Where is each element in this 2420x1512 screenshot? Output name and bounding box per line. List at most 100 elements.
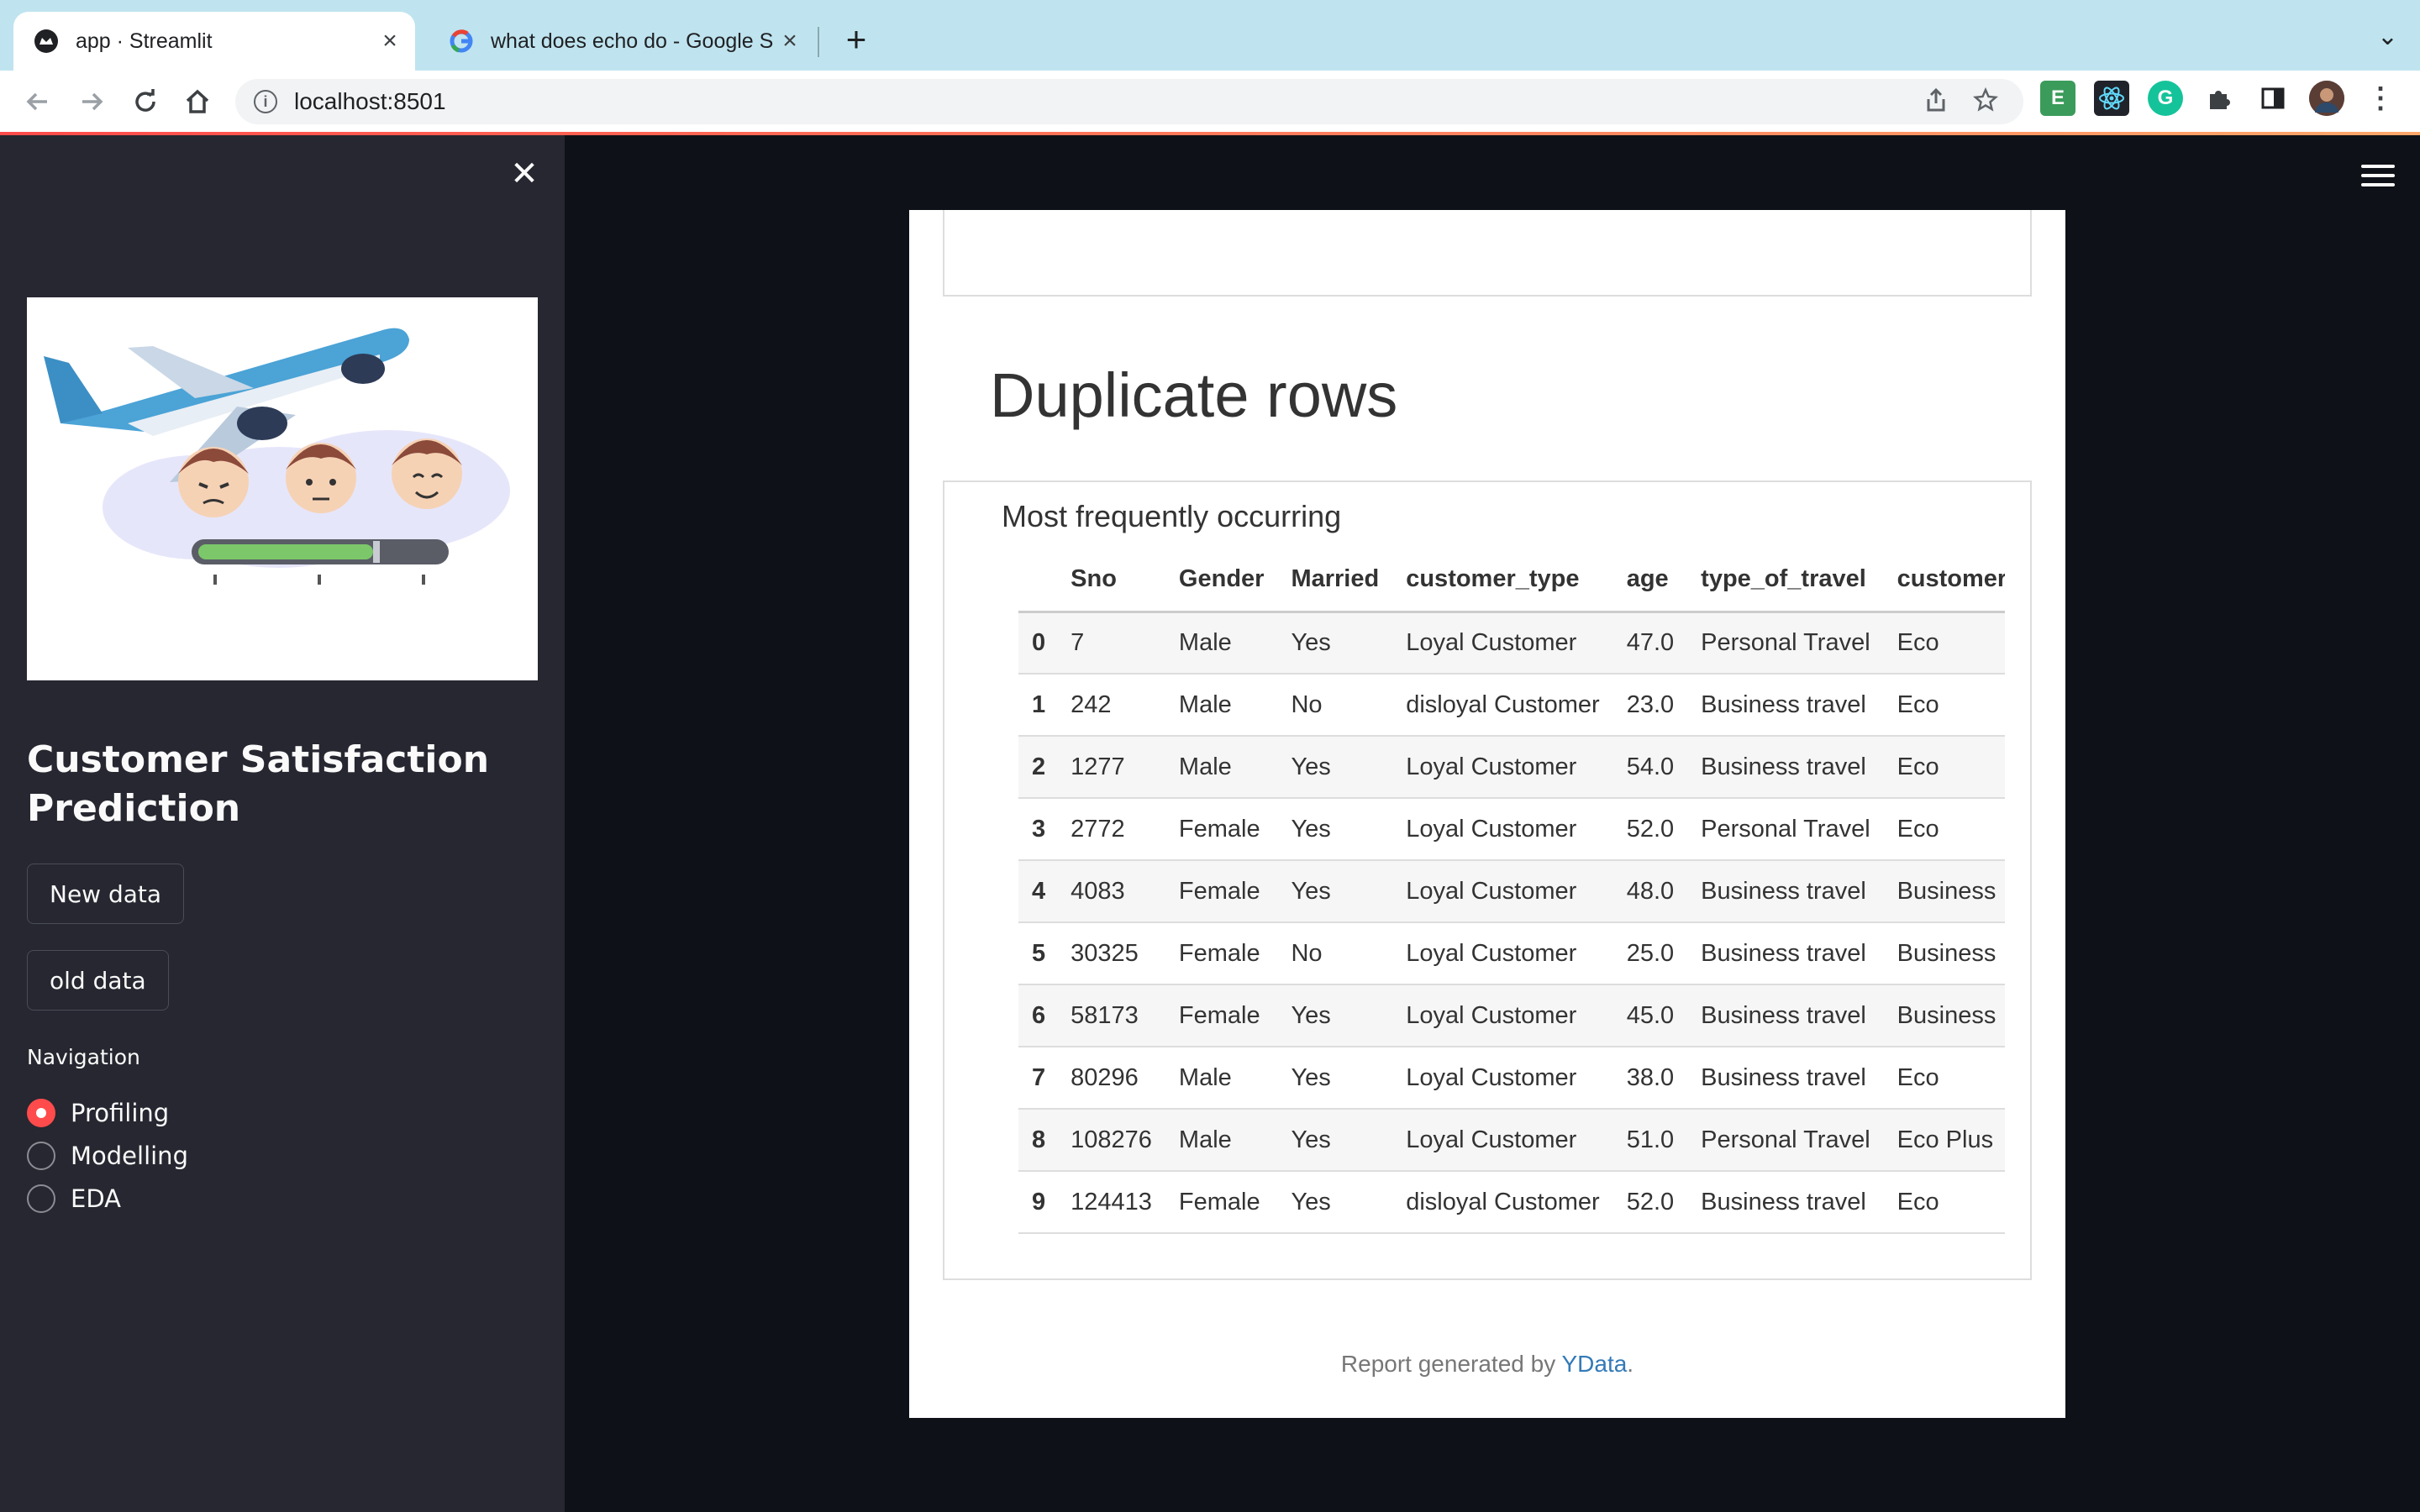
- table-cell: 52.0: [1612, 1171, 1688, 1234]
- neutral-face-icon: [286, 443, 356, 513]
- row-index-cell: 6: [1018, 984, 1058, 1047]
- radio-unselected-icon[interactable]: [27, 1142, 55, 1170]
- table-cell: Eco Plus: [1883, 1109, 2005, 1172]
- table-cell: Yes: [1277, 1047, 1393, 1110]
- nav-option-profiling[interactable]: Profiling: [27, 1099, 169, 1127]
- table-cell: Personal Travel: [1687, 612, 1884, 675]
- new-tab-plus-icon[interactable]: +: [837, 20, 876, 59]
- table-cell: 51.0: [1612, 1109, 1688, 1172]
- radio-unselected-icon[interactable]: [27, 1184, 55, 1213]
- row-index-cell: 0: [1018, 612, 1058, 675]
- bookmark-star-icon[interactable]: [1972, 87, 1999, 119]
- table-cell: Loyal Customer: [1392, 1109, 1613, 1172]
- home-icon[interactable]: [176, 81, 218, 123]
- table-cell: 52.0: [1612, 798, 1688, 861]
- table-cell: Personal Travel: [1687, 798, 1884, 861]
- navigation-label: Navigation: [27, 1045, 140, 1069]
- new-data-button[interactable]: New data: [27, 864, 185, 924]
- duplicate-rows-caption: Most frequently occurring: [1002, 499, 1342, 533]
- table-cell: 38.0: [1612, 1047, 1688, 1110]
- table-cell: Eco: [1883, 736, 2005, 799]
- table-cell: Business travel: [1687, 674, 1884, 737]
- table-cell: disloyal Customer: [1392, 1171, 1613, 1234]
- table-cell: 45.0: [1612, 984, 1688, 1047]
- old-data-button[interactable]: old data: [27, 950, 169, 1011]
- table-cell: Female: [1165, 984, 1278, 1047]
- close-tab-icon[interactable]: ×: [773, 27, 807, 55]
- table-header-row: Sno Gender Married customer_type age typ…: [1018, 548, 2005, 613]
- table-cell: Business travel: [1687, 984, 1884, 1047]
- table-cell: Eco: [1883, 612, 2005, 675]
- table-row: 6 58173 Female Yes Loyal Customer 45.0 Busines…: [1018, 984, 2005, 1047]
- table-cell: Male: [1165, 1047, 1278, 1110]
- table-cell: Female: [1165, 922, 1278, 985]
- table-row: 0 7 Male Yes Loyal Customer 47.0 Personal Trav…: [1018, 612, 2005, 675]
- table-cell: Male: [1165, 674, 1278, 737]
- address-bar[interactable]: i localhost:8501: [235, 79, 2023, 124]
- column-header: age: [1612, 548, 1688, 613]
- row-index-cell: 7: [1018, 1047, 1058, 1110]
- table-cell: Loyal Customer: [1392, 860, 1613, 923]
- table-cell: 4083: [1057, 860, 1165, 923]
- site-info-icon[interactable]: i: [254, 90, 277, 113]
- extensions-puzzle-icon[interactable]: [2202, 81, 2237, 116]
- row-index-cell: 4: [1018, 860, 1058, 923]
- column-header: [1018, 548, 1058, 613]
- tab-google-search[interactable]: what does echo do - Google Se ×: [429, 12, 815, 71]
- radio-selected-icon[interactable]: [27, 1099, 55, 1127]
- main-menu-hamburger-icon[interactable]: [2361, 165, 2395, 192]
- forward-arrow-icon[interactable]: [71, 81, 113, 123]
- table-cell: Yes: [1277, 1109, 1393, 1172]
- table-cell: Male: [1165, 612, 1278, 675]
- table-cell: Female: [1165, 860, 1278, 923]
- nav-option-label: EDA: [71, 1184, 121, 1213]
- tab-title: app · Streamlit: [76, 29, 213, 53]
- tab-streamlit-app[interactable]: app · Streamlit ×: [13, 12, 415, 71]
- column-header: customer_c: [1883, 548, 2005, 613]
- table-cell: Personal Travel: [1687, 1109, 1884, 1172]
- table-body: 0 7 Male Yes Loyal Customer 47.0 Personal Trav…: [1018, 612, 2005, 1234]
- grammarly-extension-icon[interactable]: G: [2148, 81, 2183, 116]
- evernote-extension-icon[interactable]: E: [2040, 81, 2075, 116]
- browser-menu-kebab-icon[interactable]: ⋮: [2363, 81, 2398, 116]
- reload-icon[interactable]: [124, 81, 166, 123]
- nav-option-label: Modelling: [71, 1142, 188, 1170]
- back-arrow-icon[interactable]: [17, 81, 59, 123]
- table-cell: Yes: [1277, 1171, 1393, 1234]
- table-cell: disloyal Customer: [1392, 674, 1613, 737]
- table-cell: Business travel: [1687, 860, 1884, 923]
- table-cell: Loyal Customer: [1392, 984, 1613, 1047]
- row-index-cell: 8: [1018, 1109, 1058, 1172]
- duplicate-rows-table: Sno Gender Married customer_type age typ…: [1018, 548, 2005, 1234]
- row-index-cell: 1: [1018, 674, 1058, 737]
- column-header: Sno: [1057, 548, 1165, 613]
- side-panel-icon[interactable]: [2255, 81, 2291, 116]
- share-icon[interactable]: [1924, 87, 1948, 119]
- table-cell: Eco: [1883, 674, 2005, 737]
- report-footer: Report generated by YData.: [909, 1351, 2065, 1378]
- duplicate-rows-table-scroll[interactable]: Sno Gender Married customer_type age typ…: [1018, 548, 2005, 1262]
- nav-option-eda[interactable]: EDA: [27, 1184, 121, 1213]
- nav-option-label: Profiling: [71, 1099, 170, 1127]
- tab-search-chevron-icon[interactable]: ⌄: [2377, 22, 2398, 51]
- previous-section-panel: [943, 210, 2032, 297]
- section-title: Duplicate rows: [990, 360, 1398, 430]
- table-cell: Eco: [1883, 1047, 2005, 1110]
- ydata-link[interactable]: YData: [1561, 1351, 1627, 1377]
- table-cell: Eco: [1883, 798, 2005, 861]
- react-devtools-extension-icon[interactable]: [2094, 81, 2129, 116]
- nav-option-modelling[interactable]: Modelling: [27, 1142, 188, 1170]
- profile-avatar[interactable]: [2309, 81, 2344, 116]
- table-row: 9 124413 Female Yes disloyal Customer 52.0 Bus…: [1018, 1171, 2005, 1234]
- table-row: 7 80296 Male Yes Loyal Customer 38.0 Business …: [1018, 1047, 2005, 1110]
- table-cell: Loyal Customer: [1392, 798, 1613, 861]
- row-index-cell: 2: [1018, 736, 1058, 799]
- close-tab-icon[interactable]: ×: [373, 27, 407, 55]
- table-cell: Business: [1883, 922, 2005, 985]
- table-cell: Male: [1165, 1109, 1278, 1172]
- close-sidebar-icon[interactable]: ✕: [506, 155, 543, 192]
- profile-report-frame: Duplicate rows Most frequently occurring…: [909, 210, 2065, 1418]
- table-cell: Loyal Customer: [1392, 1047, 1613, 1110]
- table-row: 5 30325 Female No Loyal Customer 25.0 Business…: [1018, 922, 2005, 985]
- table-cell: Male: [1165, 736, 1278, 799]
